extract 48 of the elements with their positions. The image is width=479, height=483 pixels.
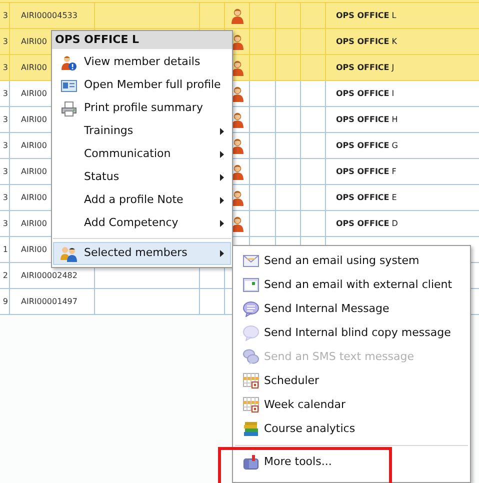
- submenu-item-label: Course analytics: [264, 420, 356, 437]
- submenu-item-label: Scheduler: [264, 372, 320, 389]
- table-cell: 3: [2, 192, 8, 204]
- menu-title: OPS OFFICE L: [52, 31, 232, 49]
- submenu-item-label: Send an email using system: [264, 252, 420, 269]
- member-id: AIRI00004533: [21, 10, 78, 22]
- member-name: OPS OFFICE F: [336, 166, 396, 178]
- table-cell: 3: [2, 10, 8, 22]
- member-name: OPS OFFICE L: [336, 10, 396, 22]
- member-name: OPS OFFICE H: [336, 114, 398, 126]
- table-cell: 3: [2, 218, 8, 230]
- menu-item-label: Selected members: [84, 245, 188, 262]
- submenu-item-label: Week calendar: [264, 396, 346, 413]
- menu-item-label: Add a profile Note: [84, 192, 184, 208]
- submenu-item-label: Send Internal blind copy message: [264, 324, 451, 341]
- table-cell: 9: [2, 296, 8, 308]
- member-name: OPS OFFICE I: [336, 88, 394, 100]
- submenu-item-label: More tools...: [264, 454, 332, 470]
- member-id: AIRI00002482: [21, 270, 78, 282]
- member-id: AIRI00: [21, 218, 47, 230]
- member-name: OPS OFFICE G: [336, 140, 398, 152]
- submenu-item-label: Send an email with external client: [264, 276, 452, 293]
- menu-item-label: Add Competency: [84, 215, 180, 232]
- table-cell: 3: [2, 166, 8, 178]
- submenu-item-label: Send an SMS text message: [264, 348, 414, 365]
- table-cell: 3: [2, 62, 8, 74]
- menu-item-label: View member details: [84, 54, 202, 70]
- table-cell: 3: [2, 114, 8, 126]
- member-name: OPS OFFICE K: [336, 36, 398, 48]
- member-id: AIRI00: [21, 192, 47, 204]
- table-cell: 3: [2, 88, 8, 100]
- member-name: OPS OFFICE J: [336, 62, 394, 74]
- submenu-item-label: Send Internal Message: [264, 300, 390, 317]
- table-cell: 3: [2, 36, 8, 48]
- member-id: AIRI00: [21, 36, 47, 48]
- member-name: OPS OFFICE E: [336, 192, 397, 204]
- member-id: AIRI00: [21, 166, 47, 178]
- member-id: AIRI00: [21, 88, 47, 100]
- menu-item-label: Status: [84, 169, 120, 186]
- member-id: AIRI00: [21, 114, 47, 126]
- member-id: AIRI00: [21, 244, 47, 256]
- member-id: AIRI00001497: [21, 296, 78, 308]
- member-id: AIRI00: [21, 140, 47, 152]
- table-cell: 3: [2, 140, 8, 152]
- table-cell: 1: [2, 244, 8, 256]
- member-name: OPS OFFICE D: [336, 218, 398, 230]
- member-id: AIRI00: [21, 62, 47, 74]
- table-cell: 2: [2, 270, 8, 282]
